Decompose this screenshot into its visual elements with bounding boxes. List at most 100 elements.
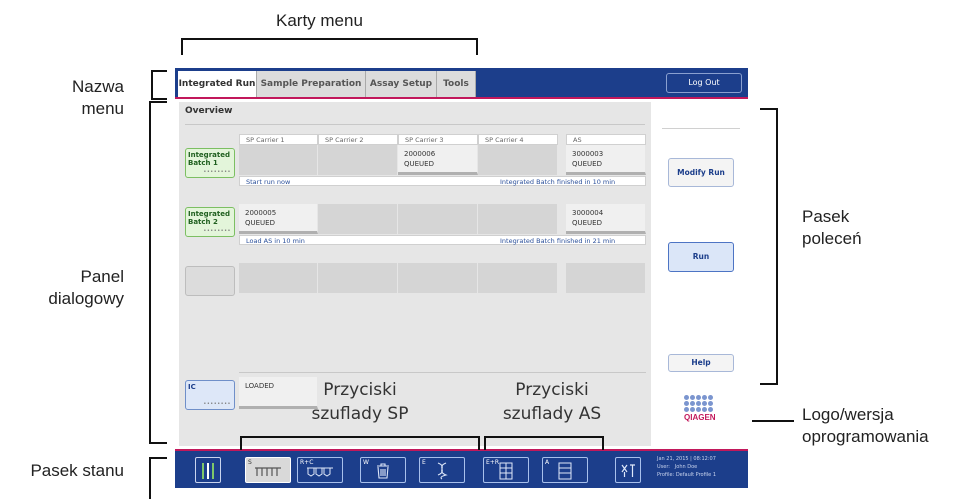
batch-2-sp-carrier-3[interactable] [398,204,478,234]
callout-menu-name-1: Nazwa [72,77,124,96]
menu-bar: Integrated Run Sample Preparation Assay … [175,68,748,99]
callout-command-1: Pasek [802,207,850,226]
batch-2-info-left: Load AS in 10 min [246,237,305,245]
batch-1-button[interactable]: Integrated Batch 1 •••••••• [185,148,235,178]
callout-logo-1: Logo/wersja [802,405,894,424]
eluate-icon [437,462,448,480]
batch-2-sp-carrier-4[interactable] [478,204,558,234]
column-header-sp-carrier-4: SP Carrier 4 [478,134,558,145]
batch-1-info-right: Integrated Batch finished in 10 min [500,178,616,186]
logout-button[interactable]: Log Out [666,73,742,93]
software-screen: Integrated Run Sample Preparation Assay … [175,68,748,488]
drawer-s-button[interactable]: S [245,457,291,483]
divider [185,124,645,125]
bracket-menu-tabs [181,38,478,55]
cell-text: 3000004 QUEUED [572,209,604,227]
status-date: Jan 21, 2015 | 08:12:07 [657,456,716,462]
status-info: Jan 21, 2015 | 08:12:07 User: John Doe P… [657,455,716,479]
ic-button[interactable]: IC •••••••• [185,380,235,410]
reagent-cartridge-icon [307,467,333,477]
logo-leader-line [752,420,794,422]
batch-1-as[interactable]: 3000003 QUEUED [566,145,646,175]
callout-status: Pasek stanu [30,461,124,480]
bracket-status [149,457,167,499]
batch-3-sp-carrier-3[interactable] [398,263,478,293]
drawer-a-label: A [545,459,550,466]
ic-status: LOADED [245,382,275,390]
drawer-rc-button[interactable]: R+C [297,457,343,483]
bracket-as-drawers [484,436,604,450]
drawer-a-button[interactable]: A [542,457,588,483]
modify-run-button[interactable]: Modify Run [668,158,734,187]
column-header-sp-carrier-1: SP Carrier 1 [239,134,318,145]
batch-2-as[interactable]: 3000004 QUEUED [566,204,646,234]
callout-command-2: poleceń [802,229,862,248]
command-bar: Modify Run Run Help QIAGEN [654,102,748,446]
drawer-w-label: W [363,459,369,466]
qiagen-logo-text: QIAGEN [684,413,716,422]
batch-2-sp-carrier-2[interactable] [318,204,398,234]
callout-menu-tabs: Karty menu [276,11,363,30]
batch-1-sp-carrier-2[interactable] [318,145,398,175]
waste-bin-icon [377,463,389,479]
qiagen-logo-dots [684,395,716,412]
bracket-command [760,108,778,385]
tab-sample-preparation[interactable]: Sample Preparation [257,71,366,97]
tab-tools[interactable]: Tools [437,71,476,97]
callout-dialog-1: Panel [80,267,124,286]
tools-icon[interactable] [615,457,641,483]
status-profile: Default Profile 1 [675,472,717,478]
cell-text: 2000006 QUEUED [404,150,436,168]
callout-logo-2: oprogramowania [802,427,929,446]
help-button[interactable]: Help [668,354,734,372]
batch-indicator-dots: •••••••• [203,228,231,234]
sample-rack-icon [255,467,281,477]
batch-3-empty-button[interactable] [185,266,235,296]
batch-1-sp-carrier-1[interactable] [239,145,318,175]
batch-2-info-bar: Load AS in 10 min Integrated Batch finis… [239,235,646,245]
eluate-reagent-icon [499,462,513,480]
batch-3-as[interactable] [566,263,646,293]
batch-1-info-bar: Start run now Integrated Batch finished … [239,176,646,186]
batch-3-sp-carrier-1[interactable] [239,263,318,293]
batch-2-sp-carrier-1[interactable]: 2000005 QUEUED [239,204,318,234]
bracket-menu-name [151,70,167,100]
assay-icon [558,462,572,480]
batch-1-info-left: Start run now [246,178,291,186]
status-profile-label: Profile: [657,472,675,478]
overview-title: Overview [185,106,233,116]
cell-text: 2000005 QUEUED [245,209,277,227]
batch-3-sp-carrier-2[interactable] [318,263,398,293]
qiagen-logo: QIAGEN [684,395,716,422]
callout-menu-name-2: menu [81,99,124,118]
drawer-s-label: S [248,459,252,466]
callout-sp-drawers: Przyciski szuflady SP [311,380,409,424]
bracket-dialog [149,101,167,444]
tab-integrated-run[interactable]: Integrated Run [178,71,257,97]
divider [239,372,646,373]
batch-name: Integrated Batch 1 [188,151,230,167]
instrument-status-icon[interactable] [195,457,221,483]
drawer-e-button[interactable]: E [419,457,465,483]
batch-name: Integrated Batch 2 [188,210,230,226]
batch-indicator-dots: •••••••• [203,169,231,175]
drawer-w-button[interactable]: W [360,457,406,483]
callout-dialog-2: dialogowy [48,289,124,308]
drawer-er-button[interactable]: E+R [483,457,529,483]
batch-1-sp-carrier-4[interactable] [478,145,558,175]
tab-assay-setup[interactable]: Assay Setup [366,71,437,97]
batch-3-sp-carrier-4[interactable] [478,263,558,293]
column-header-sp-carrier-2: SP Carrier 2 [318,134,398,145]
bracket-sp-drawers [240,436,480,450]
drawer-e-label: E [422,459,426,466]
column-header-as: AS [566,134,646,145]
status-user: John Doe [674,464,698,470]
batch-2-info-right: Integrated Batch finished in 21 min [500,237,616,245]
batch-2-button[interactable]: Integrated Batch 2 •••••••• [185,207,235,237]
divider [662,128,740,129]
run-button[interactable]: Run [668,242,734,272]
ic-indicator-dots: •••••••• [203,401,231,407]
ic-label: IC [188,383,196,391]
cell-text: 3000003 QUEUED [572,150,604,168]
batch-1-sp-carrier-3[interactable]: 2000006 QUEUED [398,145,478,175]
